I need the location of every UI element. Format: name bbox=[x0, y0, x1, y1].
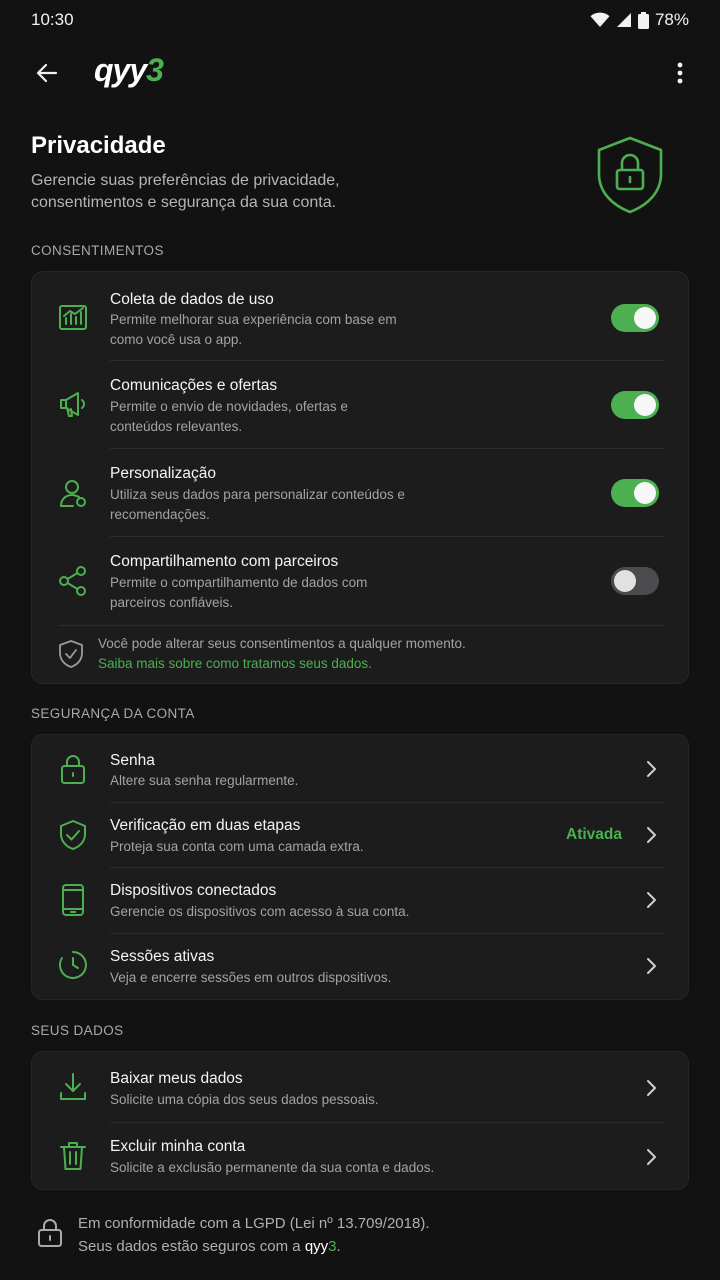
megaphone-icon bbox=[56, 387, 90, 421]
shield-lock-icon bbox=[597, 136, 663, 214]
consent-title: Personalização bbox=[110, 465, 216, 482]
page-subtitle: Gerencie suas preferências de privacidad… bbox=[31, 172, 340, 211]
back-button[interactable] bbox=[30, 56, 64, 90]
section-label-your-data: SEUS DADOS bbox=[31, 1023, 124, 1038]
data-item-download[interactable]: Baixar meus dados Solicite uma cópia dos… bbox=[32, 1052, 690, 1123]
clock-icon bbox=[56, 948, 90, 982]
app-logo: qyy3 bbox=[94, 52, 164, 89]
consent-note-message: Você pode alterar seus consentimentos a … bbox=[98, 636, 466, 651]
your-data-card: Baixar meus dados Solicite uma cópia dos… bbox=[31, 1051, 689, 1190]
consent-desc: Permite o compartilhamento de dados com … bbox=[110, 575, 368, 610]
toggle-knob bbox=[634, 394, 656, 416]
logo-accent: 3 bbox=[146, 52, 164, 88]
data-desc: Solicite a exclusão permanente da sua co… bbox=[110, 1160, 435, 1175]
footer-line-2: Seus dados estão seguros com a qyy3. bbox=[78, 1235, 430, 1258]
security-desc: Altere sua senha regularmente. bbox=[110, 773, 299, 788]
security-title: Verificação em duas etapas bbox=[110, 817, 301, 834]
footer-brand-accent: 3 bbox=[328, 1238, 337, 1255]
security-desc: Proteja sua conta com uma camada extra. bbox=[110, 839, 364, 854]
consent-item-partner-sharing: Compartilhamento com parceiros Permite o… bbox=[32, 536, 690, 626]
consents-card: Coleta de dados de uso Permite melhorar … bbox=[31, 271, 689, 684]
security-title: Dispositivos conectados bbox=[110, 882, 277, 899]
footer-line-1: Em conformidade com a LGPD (Lei nº 13.70… bbox=[78, 1215, 430, 1232]
security-desc: Veja e encerre sessões em outros disposi… bbox=[110, 970, 392, 985]
battery-percent: 78% bbox=[654, 10, 689, 29]
download-icon bbox=[56, 1070, 90, 1104]
consent-item-personalization: Personalização Utiliza seus dados para p… bbox=[32, 448, 690, 537]
security-item-two-factor[interactable]: Verificação em duas etapas Proteja sua c… bbox=[32, 802, 690, 868]
user-icon bbox=[56, 476, 90, 510]
consent-toggle-partner-sharing[interactable] bbox=[611, 567, 659, 595]
consent-desc: Permite o envio de novidades, ofertas e … bbox=[110, 399, 348, 434]
more-vertical-icon bbox=[677, 62, 683, 84]
toggle-knob bbox=[634, 307, 656, 329]
security-item-sessions[interactable]: Sessões ativas Veja e encerre sessões em… bbox=[32, 933, 690, 1001]
arrow-left-icon bbox=[36, 63, 58, 83]
consent-toggle-usage-data[interactable] bbox=[611, 304, 659, 332]
app-bar: qyy3 bbox=[0, 44, 720, 100]
shield-check-icon bbox=[56, 818, 90, 852]
data-item-delete-account[interactable]: Excluir minha conta Solicite a exclusão … bbox=[32, 1122, 690, 1191]
security-card: Senha Altere sua senha regularmente. Ver… bbox=[31, 734, 689, 1000]
page-title: Privacidade bbox=[31, 132, 166, 159]
battery-icon bbox=[637, 11, 649, 29]
consent-toggle-personalization[interactable] bbox=[611, 479, 659, 507]
security-title: Senha bbox=[110, 752, 155, 769]
chevron-right-icon bbox=[647, 1149, 656, 1165]
footer-text: Em conformidade com a LGPD (Lei nº 13.70… bbox=[78, 1212, 430, 1258]
page-header: Privacidade Gerencie suas preferências d… bbox=[31, 132, 551, 214]
footer-line-2-suffix: . bbox=[336, 1238, 341, 1255]
lock-icon bbox=[38, 1219, 62, 1247]
consent-desc: Permite melhorar sua experiência com bas… bbox=[110, 312, 397, 347]
consent-title: Comunicações e ofertas bbox=[110, 377, 278, 394]
privacy-info-link[interactable]: Saiba mais sobre como tratamos seus dado… bbox=[98, 654, 466, 674]
data-desc: Solicite uma cópia dos seus dados pessoa… bbox=[110, 1092, 379, 1107]
consent-note: Você pode alterar seus consentimentos a … bbox=[32, 625, 690, 685]
status-time: 10:30 bbox=[31, 10, 74, 29]
consent-toggle-communications[interactable] bbox=[611, 391, 659, 419]
chevron-right-icon bbox=[647, 958, 656, 974]
security-item-password[interactable]: Senha Altere sua senha regularmente. bbox=[32, 735, 690, 803]
status-indicators: 78% bbox=[590, 10, 689, 30]
section-label-security: SEGURANÇA DA CONTA bbox=[31, 706, 195, 721]
chevron-right-icon bbox=[647, 761, 656, 777]
lock-icon bbox=[56, 752, 90, 786]
chevron-right-icon bbox=[647, 892, 656, 908]
data-title: Baixar meus dados bbox=[110, 1070, 243, 1087]
section-label-consents: CONSENTIMENTOS bbox=[31, 243, 164, 258]
compliance-footer: Em conformidade com a LGPD (Lei nº 13.70… bbox=[36, 1212, 676, 1260]
logo-main: qyy bbox=[94, 52, 147, 88]
data-title: Excluir minha conta bbox=[110, 1138, 246, 1155]
toggle-knob bbox=[634, 482, 656, 504]
chevron-right-icon bbox=[647, 1080, 656, 1096]
trash-icon bbox=[56, 1139, 90, 1173]
more-options-button[interactable] bbox=[668, 56, 692, 90]
consent-note-text: Você pode alterar seus consentimentos a … bbox=[98, 634, 466, 673]
wifi-icon bbox=[590, 12, 610, 27]
consent-item-communications: Comunicações e ofertas Permite o envio d… bbox=[32, 360, 690, 449]
footer-brand-main: qyy bbox=[304, 1238, 329, 1255]
security-title: Sessões ativas bbox=[110, 948, 215, 965]
toggle-knob bbox=[614, 570, 636, 592]
two-factor-status: Ativada bbox=[566, 826, 622, 843]
footer-line-2-prefix: Seus dados estão seguros com a bbox=[78, 1238, 305, 1255]
phone-icon bbox=[56, 883, 90, 917]
security-item-devices[interactable]: Dispositivos conectados Gerencie os disp… bbox=[32, 867, 690, 934]
share-icon bbox=[56, 564, 90, 598]
status-bar: 10:30 78% bbox=[0, 0, 720, 40]
chevron-right-icon bbox=[647, 827, 656, 843]
consent-item-usage-data: Coleta de dados de uso Permite melhorar … bbox=[32, 272, 690, 361]
chart-icon bbox=[56, 300, 90, 334]
shield-check-small-icon bbox=[59, 640, 83, 668]
consent-title: Compartilhamento com parceiros bbox=[110, 553, 339, 570]
security-desc: Gerencie os dispositivos com acesso à su… bbox=[110, 904, 410, 919]
consent-desc: Utiliza seus dados para personalizar con… bbox=[110, 487, 405, 522]
consent-title: Coleta de dados de uso bbox=[110, 291, 274, 308]
signal-icon bbox=[616, 13, 631, 27]
